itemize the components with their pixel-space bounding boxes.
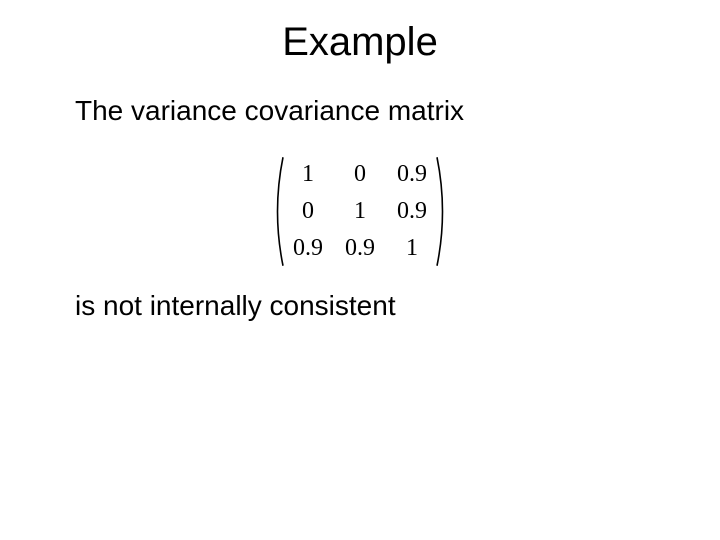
matrix: 1 0 0.9 0 1 0.9 0.9 0.9 1 — [0, 155, 720, 268]
matrix-cell: 1 — [296, 161, 320, 188]
matrix-cell: 1 — [348, 198, 372, 225]
slide: Example The variance covariance matrix 1… — [0, 0, 720, 540]
matrix-cell: 0 — [348, 161, 372, 188]
matrix-cell: 0 — [296, 198, 320, 225]
matrix-cell: 0.9 — [397, 161, 427, 188]
matrix-cell: 0.9 — [397, 198, 427, 225]
left-paren-icon — [271, 155, 285, 268]
right-paren-icon — [435, 155, 449, 268]
matrix-cell: 0.9 — [345, 235, 375, 262]
matrix-cell: 0.9 — [293, 235, 323, 262]
body-line-2: is not internally consistent — [75, 290, 396, 322]
slide-title: Example — [0, 20, 720, 65]
body-line-1: The variance covariance matrix — [75, 95, 464, 127]
matrix-cells: 1 0 0.9 0 1 0.9 0.9 0.9 1 — [285, 155, 435, 268]
matrix-cell: 1 — [400, 235, 424, 262]
